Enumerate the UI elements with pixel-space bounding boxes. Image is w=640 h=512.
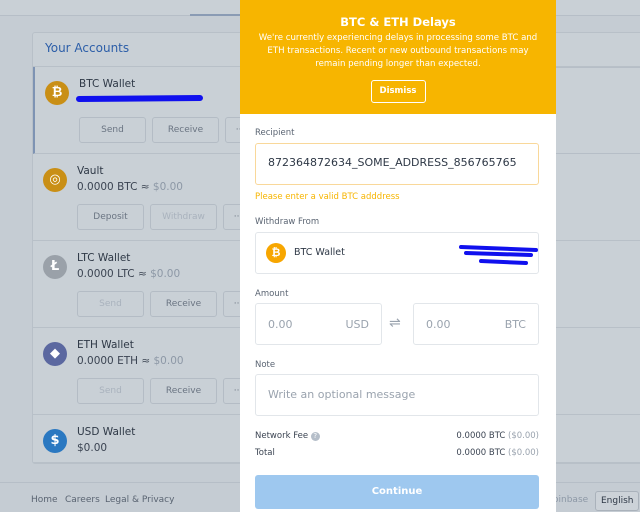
language-select[interactable]: English <box>595 491 639 511</box>
account-balance: 0.0000 ETH ≈ $0.00 <box>77 355 184 367</box>
continue-button[interactable]: Continue <box>255 475 539 509</box>
redaction-scribble <box>459 245 538 265</box>
divider <box>556 153 640 154</box>
send-button[interactable]: Send <box>77 291 144 317</box>
send-modal: BTC & ETH Delays We're currently experie… <box>240 0 556 512</box>
amount-label: Amount <box>255 289 289 299</box>
dismiss-button[interactable]: Dismiss <box>370 80 426 103</box>
note-label: Note <box>255 360 276 370</box>
account-name: ETH Wallet <box>77 339 134 351</box>
usd-amount-input[interactable]: 0.00 USD <box>255 303 382 345</box>
total-fiat: ($0.00) <box>508 448 539 458</box>
withdraw-from-select[interactable]: ₿ BTC Wallet <box>255 232 539 274</box>
litecoin-icon: Ł <box>43 255 67 279</box>
fee-fiat: ($0.00) <box>508 431 539 441</box>
footer-link-careers[interactable]: Careers <box>65 495 100 505</box>
account-name: Vault <box>77 165 104 177</box>
receive-button[interactable]: Receive <box>152 117 219 143</box>
send-button[interactable]: Send <box>79 117 146 143</box>
recipient-label: Recipient <box>255 128 295 138</box>
total-row: Total 0.0000 BTC ($0.00) <box>255 448 539 458</box>
ethereum-icon: ◆ <box>43 342 67 366</box>
usd-unit: USD <box>345 318 369 331</box>
footer-brand: oinbase <box>553 495 589 505</box>
btc-placeholder: 0.00 <box>426 318 451 331</box>
bitcoin-icon: ₿ <box>45 81 69 105</box>
fee-value: 0.0000 BTC <box>456 431 506 441</box>
account-balance: 0.0000 LTC ≈ $0.00 <box>77 268 181 280</box>
send-button[interactable]: Send <box>77 378 144 404</box>
account-name: BTC Wallet <box>79 78 136 90</box>
network-fee-row: Network Fee ? 0.0000 BTC ($0.00) <box>255 431 539 441</box>
withdraw-button[interactable]: Withdraw <box>150 204 217 230</box>
note-textarea[interactable]: Write an optional message <box>255 374 539 416</box>
account-name: USD Wallet <box>77 426 136 438</box>
btc-unit: BTC <box>504 318 526 331</box>
total-label: Total <box>255 448 275 458</box>
withdraw-from-label: Withdraw From <box>255 217 320 227</box>
bitcoin-icon: ₿ <box>266 243 286 263</box>
account-balance: 0.0000 BTC ≈ $0.00 <box>77 181 183 193</box>
total-value: 0.0000 BTC <box>456 448 506 458</box>
vault-icon: ◎ <box>43 168 67 192</box>
withdraw-account-name: BTC Wallet <box>294 247 345 258</box>
receive-button[interactable]: Receive <box>150 378 217 404</box>
footer-link-legal[interactable]: Legal & Privacy <box>105 495 174 505</box>
deposit-button[interactable]: Deposit <box>77 204 144 230</box>
recipient-input[interactable]: 872364872634_SOME_ADDRESS_856765765 <box>255 143 539 185</box>
recipient-error: Please enter a valid BTC adddress <box>255 192 400 202</box>
receive-button[interactable]: Receive <box>150 291 217 317</box>
usd-placeholder: 0.00 <box>268 318 293 331</box>
delay-banner: BTC & ETH Delays We're currently experie… <box>240 0 556 114</box>
divider <box>556 67 640 68</box>
account-name: LTC Wallet <box>77 252 131 264</box>
network-fee-label: Network Fee <box>255 431 309 441</box>
swap-icon[interactable]: ⇌ <box>389 315 401 331</box>
help-icon[interactable]: ? <box>310 432 320 441</box>
dollar-icon: $ <box>43 429 67 453</box>
account-balance: $0.00 <box>77 442 108 454</box>
footer-link-home[interactable]: Home <box>31 495 58 505</box>
redaction-scribble <box>76 95 203 102</box>
btc-amount-input[interactable]: 0.00 BTC <box>413 303 539 345</box>
banner-title: BTC & ETH Delays <box>340 15 456 29</box>
banner-message: We're currently experiencing delays in p… <box>258 33 538 69</box>
